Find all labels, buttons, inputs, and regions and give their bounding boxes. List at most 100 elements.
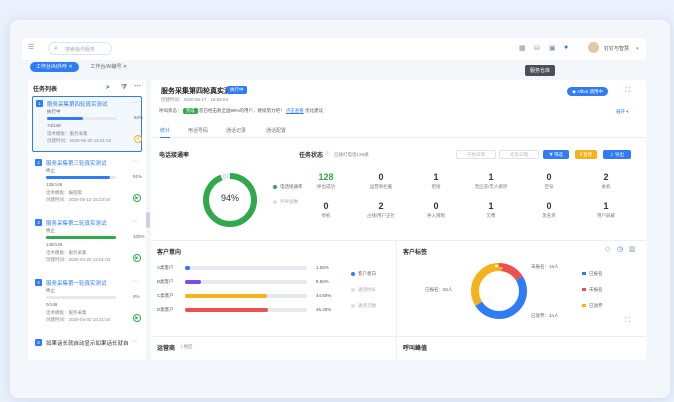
progress-bar [46, 236, 116, 239]
tab-stats[interactable]: 统计 [160, 127, 171, 138]
legend-label: 通话时长 [358, 287, 376, 292]
legend-item: 已放弃 [582, 303, 603, 309]
task-title: 服务采集第三轮真实测试 [46, 161, 107, 167]
stat-label: 用户屏蔽 [597, 213, 615, 218]
intent-fill [185, 280, 201, 284]
more-icon[interactable]: ⋯ [132, 158, 138, 165]
intent-percent: 1.55% [316, 265, 329, 270]
carrier-title: 运营商 [157, 346, 176, 352]
bar-chart-icon[interactable]: ▥ [629, 246, 636, 254]
task-created: 创建时间：2020-05-20 16:21:04 [47, 138, 112, 143]
task-title: 如果话长就自动显示如果话长就自 [46, 341, 129, 347]
intent-fill [185, 308, 269, 312]
progress-bar [46, 176, 116, 179]
fullscreen-icon[interactable]: ⛶ [625, 87, 630, 95]
avatar[interactable] [588, 42, 599, 53]
scroll-handle[interactable] [146, 212, 150, 228]
stat-label: 呼入限制 [427, 213, 445, 218]
end-date-input[interactable]: 结束日期 [499, 150, 539, 159]
intent-title: 客户意向 [157, 250, 182, 256]
notice-tag: 完成 [182, 108, 198, 114]
task-item[interactable]: 3 服务采集第二轮真实测试 ⋯ 终止 100% 148/148 话术模板：服务采… [32, 216, 145, 272]
stat-label: 关机 [601, 184, 611, 189]
tab-call-records[interactable]: 通话记录 [226, 127, 246, 134]
box-icon[interactable]: ▣ [549, 45, 556, 53]
stat-item: 1 无应答/无人接听 [471, 172, 511, 190]
task-script: 话术模板：服务采集 [47, 131, 88, 136]
filter-icon[interactable]: ⧩ [121, 84, 127, 92]
tab-ai-number[interactable]: 工作台/AI编号 ✕ [84, 62, 133, 72]
legend-item[interactable]: 通话次数 [351, 303, 376, 309]
task-title: 服务采集第一轮真实测试 [46, 281, 107, 287]
notice-link[interactable]: 点击查看 [286, 108, 304, 113]
warehouse-icon[interactable]: ⛁ [534, 45, 540, 53]
stat-item: 0 空号 [529, 172, 569, 190]
task-item[interactable]: 4 服务采集第一轮真实测试 ⋯ 终止 0% 0/148 话术模板：服务采集 创建… [32, 276, 142, 332]
task-script: 话术模板：服务采集 [46, 250, 87, 255]
date-placeholder: 结束日期 [510, 152, 528, 157]
stat-item: 1 欠费 [471, 201, 511, 219]
stat-item: 2 关机 [586, 172, 626, 190]
play-icon[interactable]: ▶ [133, 194, 141, 202]
stat-label: 占线/用户正忙 [366, 213, 396, 218]
notification-icon[interactable]: ● [564, 44, 568, 52]
donut-label: 未报名：16人 [531, 264, 559, 269]
search-icon: ⌕ [54, 45, 58, 52]
tab-call-config[interactable]: 通话配置 [266, 127, 286, 134]
expand-icon[interactable]: ⛶ [625, 317, 630, 325]
legend-dot [273, 184, 277, 189]
legend-swatch [582, 288, 586, 292]
legend-label: 外呼总数 [280, 199, 298, 204]
user-name[interactable]: 钉钉与智慧 [604, 45, 629, 52]
pause-button[interactable]: Ⅱ 暂停 [575, 150, 597, 159]
pill-label: Allbot 调用中 [576, 89, 603, 94]
task-list-panel: 任务列表 ⌕ ⧩ ⋯ 1 服务采集第四轮真实测试 ⋯ 执行中 52% 74/14… [28, 80, 146, 360]
task-detail-panel: 服务采集第四轮真实测试 执行中 创建时间：2020-05-17 · 15:58:… [151, 80, 646, 360]
more-icon[interactable]: ⋯ [132, 338, 138, 345]
detail-tabs: 统计 电话号码 通话记录 通话配置 [151, 126, 646, 138]
tab-phone-numbers[interactable]: 电话号码 [188, 127, 208, 134]
tab-ai-call[interactable]: 工作台/AI外呼 ✕ [30, 62, 79, 72]
stat-item: 0 停机 [306, 201, 346, 219]
stat-item: 1 用户屏蔽 [586, 201, 626, 219]
panel-header: 任务列表 ⌕ ⧩ ⋯ [28, 80, 146, 94]
export-button[interactable]: ⇩ 导出 [603, 150, 631, 159]
task-item[interactable]: 5 如果话长就自动显示如果话长就自 ⋯ [32, 336, 142, 350]
more-icon[interactable]: ⋯ [132, 278, 138, 285]
intent-panel: 客户意向 A类客户 1.55% B类客户 8.50% C类客户 44.60% D… [151, 240, 396, 330]
play-icon[interactable]: ▶ [133, 314, 141, 322]
filter-button[interactable]: ⧩ 筛选 [543, 150, 569, 159]
stat-label: 拒接 [431, 184, 441, 189]
progress-bar [47, 117, 117, 120]
task-script: 话术模板：服务采集 [46, 310, 87, 315]
search-input[interactable]: ⌕ 搜索操作服务 [48, 42, 112, 55]
intent-percent: 44.60% [316, 293, 332, 298]
task-item[interactable]: 2 服务采集第三轮真实测试 ⋯ 终止 91% 135/148 话术模板：编程版 … [32, 156, 142, 212]
stat-value: 0 [323, 201, 329, 211]
stat-label: 呼出成功 [317, 184, 335, 189]
stat-label: 运营商拦截 [369, 184, 393, 189]
tag-icon[interactable]: ◇ [605, 246, 610, 254]
chevron-down-icon[interactable]: ▾ [636, 45, 639, 53]
legend-label: 客户意向 [358, 271, 376, 276]
grid-icon[interactable]: ▦ [519, 45, 526, 53]
legend-item[interactable]: 客户意向 [351, 271, 376, 277]
legend-item[interactable]: 通话时长 [351, 287, 376, 293]
clock-icon[interactable]: ◷ [617, 246, 623, 254]
stat-value: 1 [488, 201, 494, 211]
more-icon[interactable]: ⋯ [134, 83, 141, 91]
legend-item: 外呼总数 [273, 199, 298, 205]
search-icon[interactable]: ⌕ [106, 84, 110, 92]
pause-icon[interactable]: Ⅱ [134, 135, 142, 143]
more-icon[interactable]: ⋯ [132, 218, 138, 225]
status-badge: 执行中 [227, 86, 247, 94]
more-icon[interactable]: ⋯ [131, 99, 137, 106]
play-icon[interactable]: ▶ [133, 254, 141, 262]
start-date-input[interactable]: 开始日期 [456, 150, 496, 159]
allbot-pill[interactable]: ◉ Allbot 调用中 [567, 87, 608, 96]
task-item[interactable]: 1 服务采集第四轮真实测试 ⋯ 执行中 52% 74/148 话术模板：服务采集… [32, 96, 143, 152]
menu-icon[interactable]: ☰ [28, 44, 34, 52]
intent-bar [185, 294, 307, 298]
button-label: 导出 [615, 152, 625, 157]
expand-button[interactable]: 展开 ▾ [616, 109, 629, 115]
